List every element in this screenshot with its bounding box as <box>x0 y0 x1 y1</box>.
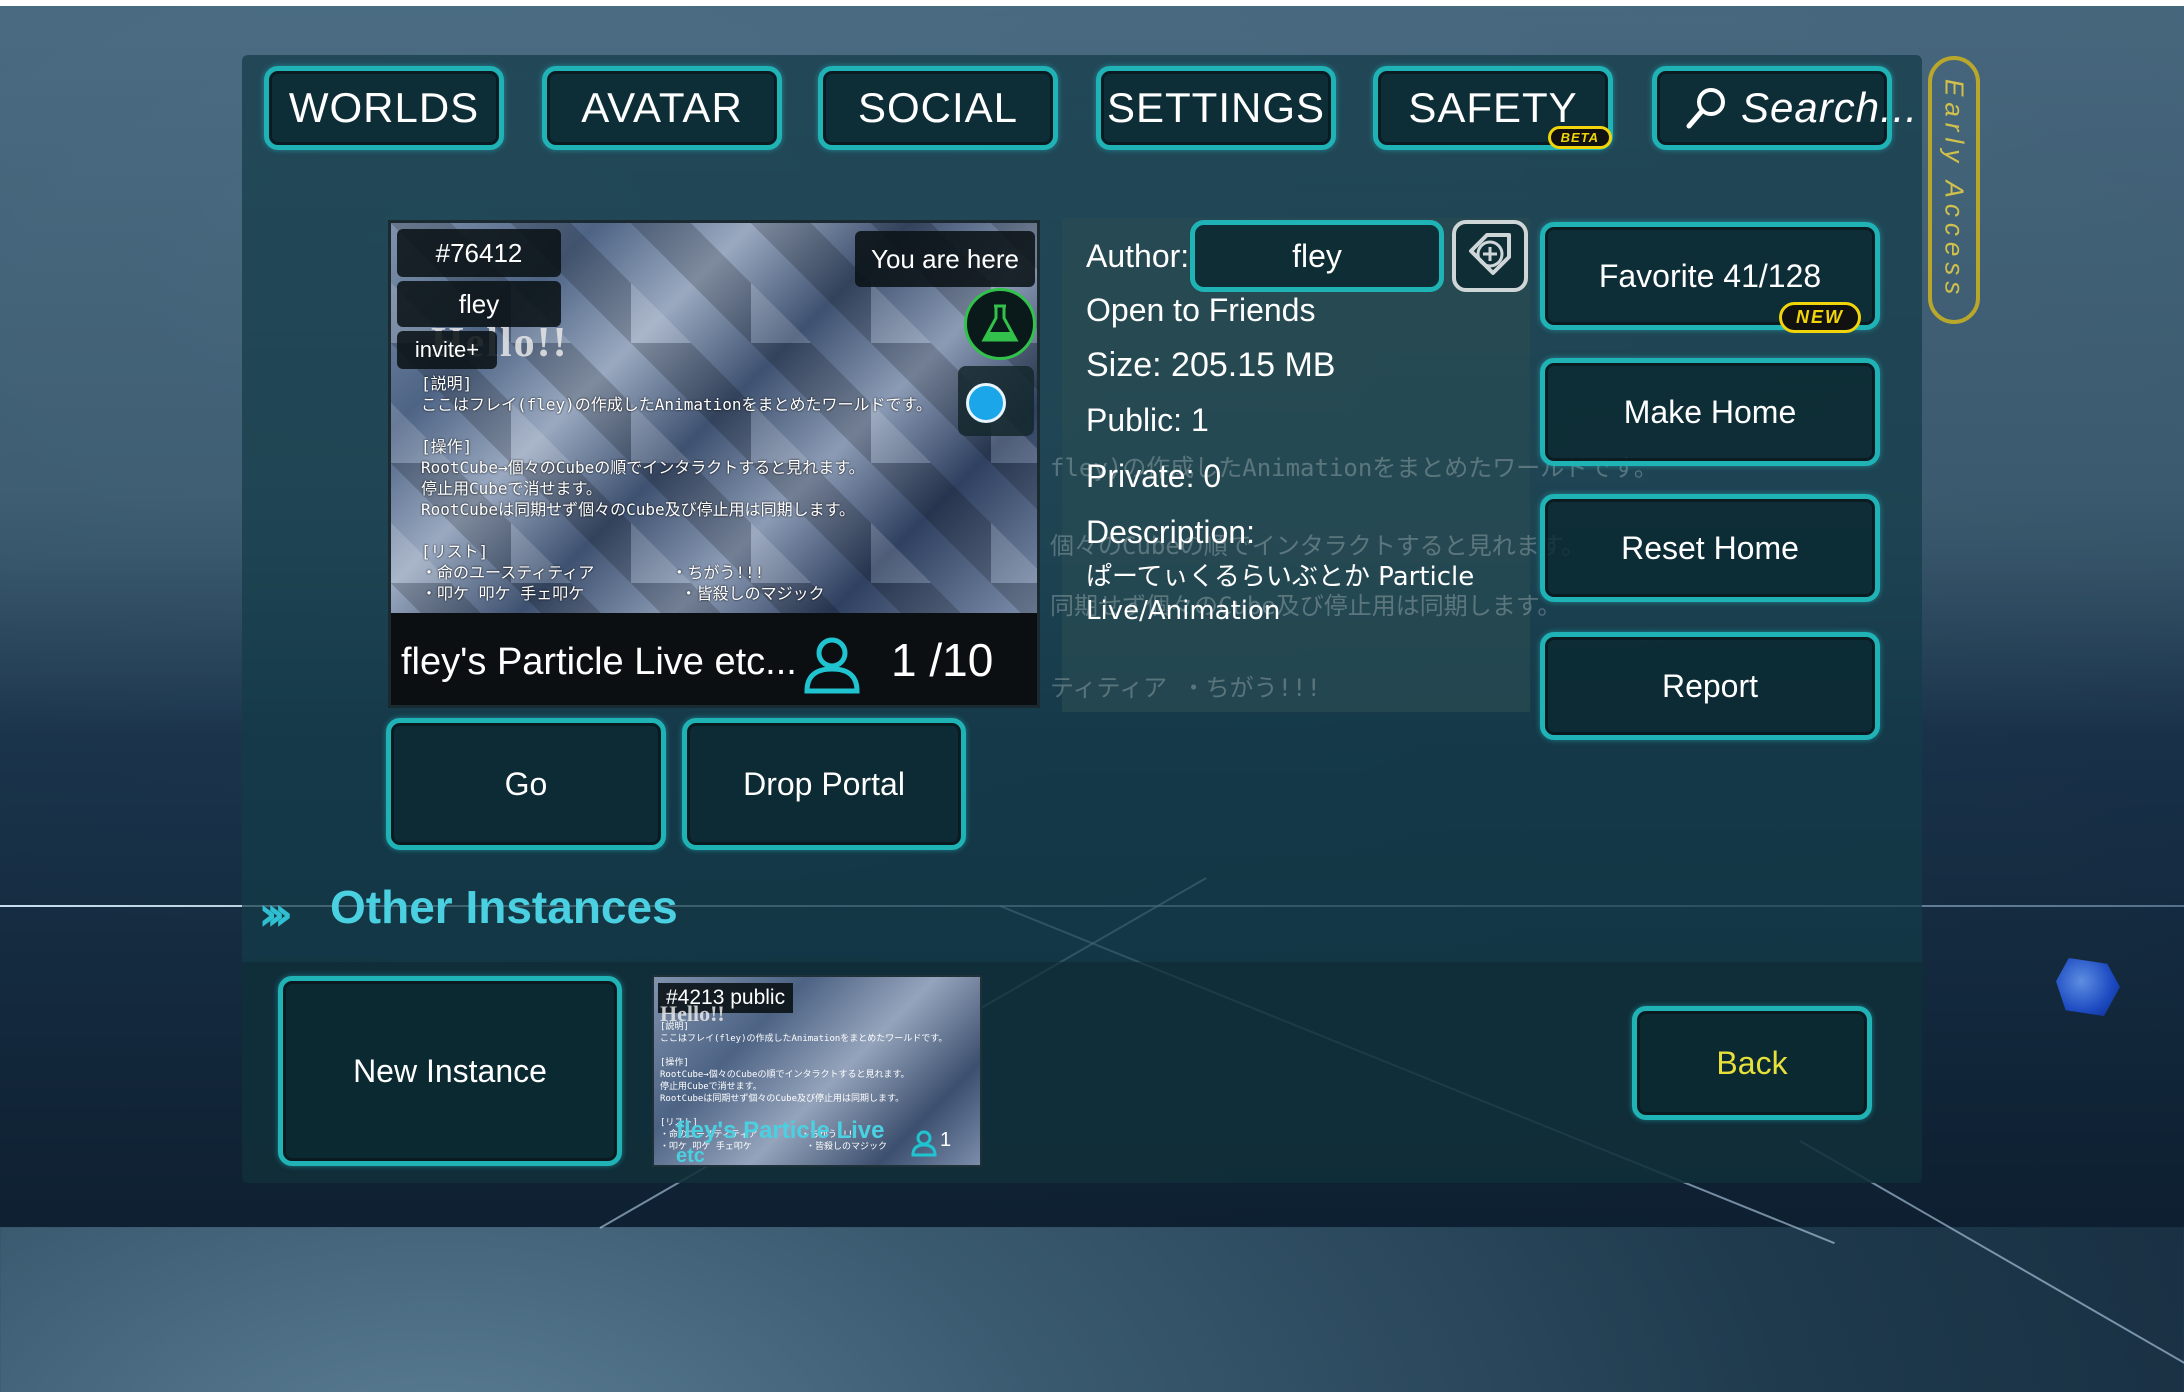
toggle-knob <box>966 383 1006 423</box>
new-instance-label: New Instance <box>353 1053 547 1090</box>
world-footer: fley's Particle Live etc... 1 /10 <box>391 613 1037 708</box>
tab-settings[interactable]: SETTINGS <box>1096 66 1336 150</box>
flask-icon <box>964 288 1036 360</box>
world-thumbnail: Hello!! [説明] ここはフレイ(fley)の作成したAnimationを… <box>388 220 1040 708</box>
new-instance-button[interactable]: New Instance <box>278 976 622 1166</box>
invite-tag[interactable]: invite+ <box>397 331 497 369</box>
search-placeholder: Search... <box>1741 84 1918 132</box>
chevrons-right-icon: ››› <box>258 886 281 942</box>
tab-safety[interactable]: SAFETY BETA <box>1373 66 1613 150</box>
search-icon <box>1683 84 1731 132</box>
make-home-button[interactable]: Make Home <box>1540 358 1880 466</box>
person-icon <box>801 633 863 695</box>
world-thumbnail-text: [説明] ここはフレイ(fley)の作成したAnimationをまとめたワールド… <box>421 373 1021 604</box>
author-label: Author: <box>1086 238 1189 275</box>
world-size: Size: 205.15 MB <box>1086 346 1335 385</box>
report-button[interactable]: Report <box>1540 632 1880 740</box>
description-label: Description: <box>1086 514 1255 551</box>
favorite-label: Favorite 41/128 <box>1599 258 1821 295</box>
search-button[interactable]: Search... <box>1652 66 1892 150</box>
reset-home-button[interactable]: Reset Home <box>1540 494 1880 602</box>
instance-id: #76412 <box>397 229 561 277</box>
instance-card-name: fley's Particle Live <box>676 1117 885 1145</box>
drop-portal-button[interactable]: Drop Portal <box>682 718 966 850</box>
instance-card[interactable]: #4213 public Hello!! [説明] ここはフレイ(fley)の作… <box>652 975 982 1167</box>
drop-portal-label: Drop Portal <box>743 766 905 803</box>
tab-settings-label: SETTINGS <box>1107 84 1325 132</box>
report-label: Report <box>1662 668 1758 705</box>
early-access-badge: Early Access <box>1928 56 1980 324</box>
beta-badge: BETA <box>1548 126 1612 149</box>
instance-card-name-cont: etc <box>676 1145 705 1167</box>
author-name-button[interactable]: fley <box>1190 220 1444 292</box>
background-text: ティティア ・ちがう!!! <box>1050 668 1321 703</box>
favorite-button[interactable]: Favorite 41/128 NEW <box>1540 222 1880 330</box>
world-name: fley's Particle Live etc... <box>401 641 797 684</box>
go-label: Go <box>505 766 548 803</box>
occupancy-count: 1 /10 <box>891 633 993 687</box>
tab-worlds[interactable]: WORLDS <box>264 66 504 150</box>
tab-social-label: SOCIAL <box>858 84 1018 132</box>
top-strip <box>0 0 2184 6</box>
you-are-here-tag: You are here <box>855 231 1035 287</box>
early-access-label: Early Access <box>1939 79 1970 300</box>
instance-owner: fley <box>397 281 561 327</box>
add-tag-button[interactable] <box>1452 220 1528 292</box>
instance-card-count: 1 <box>940 1129 951 1152</box>
tab-worlds-label: WORLDS <box>289 84 479 132</box>
reset-home-label: Reset Home <box>1621 530 1799 567</box>
tab-avatar[interactable]: AVATAR <box>542 66 782 150</box>
toggle-switch[interactable] <box>958 366 1034 436</box>
tab-social[interactable]: SOCIAL <box>818 66 1058 150</box>
tab-safety-label: SAFETY <box>1408 84 1577 132</box>
go-button[interactable]: Go <box>386 718 666 850</box>
private-count: Private: 0 <box>1086 458 1221 495</box>
back-label: Back <box>1716 1045 1787 1082</box>
new-badge: NEW <box>1779 302 1861 333</box>
public-count: Public: 1 <box>1086 402 1209 439</box>
instance-person-icon <box>910 1129 938 1157</box>
access-type: Open to Friends <box>1086 292 1315 329</box>
make-home-label: Make Home <box>1624 394 1797 431</box>
back-button[interactable]: Back <box>1632 1006 1872 1120</box>
other-instances-title: Other Instances <box>330 880 678 934</box>
add-tag-icon <box>1463 227 1517 285</box>
description-text: ぱーてぃくるらいぶとか Particle Live/Animation <box>1086 560 1506 628</box>
tab-avatar-label: AVATAR <box>581 84 743 132</box>
